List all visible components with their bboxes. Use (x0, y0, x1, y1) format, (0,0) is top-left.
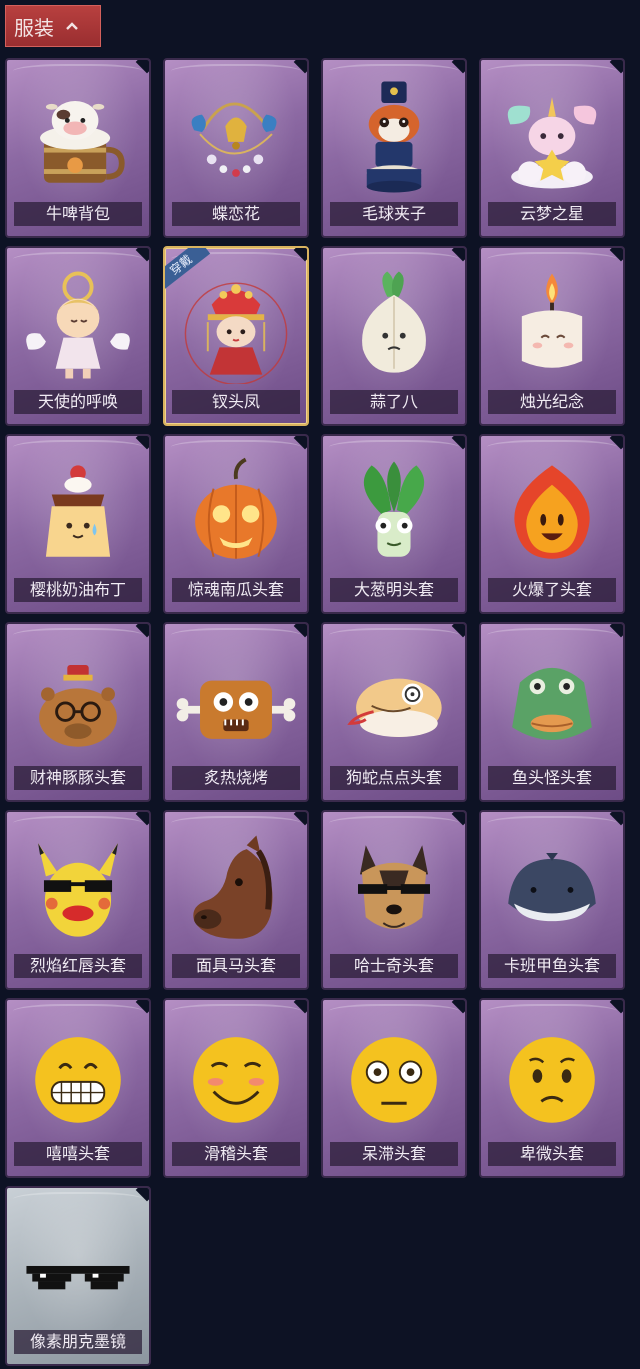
outfit-card-14[interactable]: 狗蛇点点头套 (321, 622, 467, 802)
outfit-label: 嘻嘻头套 (14, 1142, 142, 1166)
outfit-label: 面具马头套 (172, 954, 300, 978)
fish-monster-head-icon (481, 642, 623, 760)
outfit-label: 呆滞头套 (330, 1142, 458, 1166)
husky-head-icon (323, 830, 465, 948)
outfit-card-3[interactable]: 云梦之星 (479, 58, 625, 238)
outfit-label: 烛光纪念 (488, 390, 616, 414)
garlic-icon (323, 266, 465, 384)
outfit-label: 像素朋克墨镜 (14, 1330, 142, 1354)
outfit-label: 烈焰红唇头套 (14, 954, 142, 978)
cherry-pudding-icon (7, 454, 149, 572)
outfit-label: 云梦之星 (488, 202, 616, 226)
outfit-card-19[interactable]: 卡班甲鱼头套 (479, 810, 625, 990)
outfit-card-1[interactable]: 蝶恋花 (163, 58, 309, 238)
outfit-label: 大葱明头套 (330, 578, 458, 602)
outfit-label: 毛球夹子 (330, 202, 458, 226)
outfit-label: 卑微头套 (488, 1142, 616, 1166)
cow-beer-barrel-icon (7, 78, 149, 196)
snake-head-icon (323, 642, 465, 760)
outfit-card-17[interactable]: 面具马头套 (163, 810, 309, 990)
butterfly-flower-bell-icon (165, 78, 307, 196)
outfit-card-9[interactable]: 惊魂南瓜头套 (163, 434, 309, 614)
pumpkin-head-icon (165, 454, 307, 572)
outfit-label: 鱼头怪头套 (488, 766, 616, 790)
outfit-card-16[interactable]: 烈焰红唇头套 (5, 810, 151, 990)
outfit-card-10[interactable]: 大葱明头套 (321, 434, 467, 614)
dazed-emoji-head-icon (323, 1018, 465, 1136)
yellow-mouse-lips-head-icon (7, 830, 149, 948)
outfit-label: 财神豚豚头套 (14, 766, 142, 790)
outfit-card-12[interactable]: 财神豚豚头套 (5, 622, 151, 802)
horse-mask-icon (165, 830, 307, 948)
outfit-label: 蝶恋花 (172, 202, 300, 226)
pleading-emoji-head-icon (481, 1018, 623, 1136)
candle-icon (481, 266, 623, 384)
outfit-label: 蒜了八 (330, 390, 458, 414)
outfit-card-5[interactable]: 穿戴 钗头凤 (163, 246, 309, 426)
outfit-card-2[interactable]: 毛球夹子 (321, 58, 467, 238)
catfish-head-icon (481, 830, 623, 948)
fire-head-icon (481, 454, 623, 572)
scallion-head-icon (323, 454, 465, 572)
outfit-label: 火爆了头套 (488, 578, 616, 602)
phoenix-crown-doll-icon (165, 266, 307, 386)
outfit-card-22[interactable]: 呆滞头套 (321, 998, 467, 1178)
smirk-emoji-head-icon (165, 1018, 307, 1136)
outfit-label: 牛啤背包 (14, 202, 142, 226)
outfit-card-8[interactable]: 樱桃奶油布丁 (5, 434, 151, 614)
outfit-label: 卡班甲鱼头套 (488, 954, 616, 978)
outfit-card-4[interactable]: 天使的呼唤 (5, 246, 151, 426)
grin-emoji-head-icon (7, 1018, 149, 1136)
outfit-label: 樱桃奶油布丁 (14, 578, 142, 602)
outfit-card-20[interactable]: 嘻嘻头套 (5, 998, 151, 1178)
outfit-label: 狗蛇点点头套 (330, 766, 458, 790)
outfit-card-7[interactable]: 烛光纪念 (479, 246, 625, 426)
outfit-card-15[interactable]: 鱼头怪头套 (479, 622, 625, 802)
angel-doll-icon (7, 266, 149, 384)
outfit-card-23[interactable]: 卑微头套 (479, 998, 625, 1178)
outfit-card-18[interactable]: 哈士奇头套 (321, 810, 467, 990)
red-panda-drummer-icon (323, 78, 465, 196)
outfit-card-0[interactable]: 牛啤背包 (5, 58, 151, 238)
outfit-section-header[interactable]: 服装 (5, 5, 101, 47)
chevron-up-icon (66, 20, 78, 32)
outfit-label: 滑稽头套 (172, 1142, 300, 1166)
outfit-card-21[interactable]: 滑稽头套 (163, 998, 309, 1178)
outfit-label: 炙热烧烤 (172, 766, 300, 790)
outfit-card-6[interactable]: 蒜了八 (321, 246, 467, 426)
outfit-card-13[interactable]: 炙热烧烤 (163, 622, 309, 802)
outfit-label: 天使的呼唤 (14, 390, 142, 414)
capybara-fortune-head-icon (7, 642, 149, 760)
outfit-label: 惊魂南瓜头套 (172, 578, 300, 602)
section-title: 服装 (14, 15, 54, 40)
outfit-label: 钗头凤 (172, 390, 300, 414)
outfit-card-24[interactable]: 像素朋克墨镜 (5, 1186, 151, 1366)
outfit-card-11[interactable]: 火爆了头套 (479, 434, 625, 614)
pixel-sunglasses-icon (7, 1206, 149, 1324)
unicorn-cloud-star-icon (481, 78, 623, 196)
outfit-label: 哈士奇头套 (330, 954, 458, 978)
bbq-meat-head-icon (165, 642, 307, 760)
